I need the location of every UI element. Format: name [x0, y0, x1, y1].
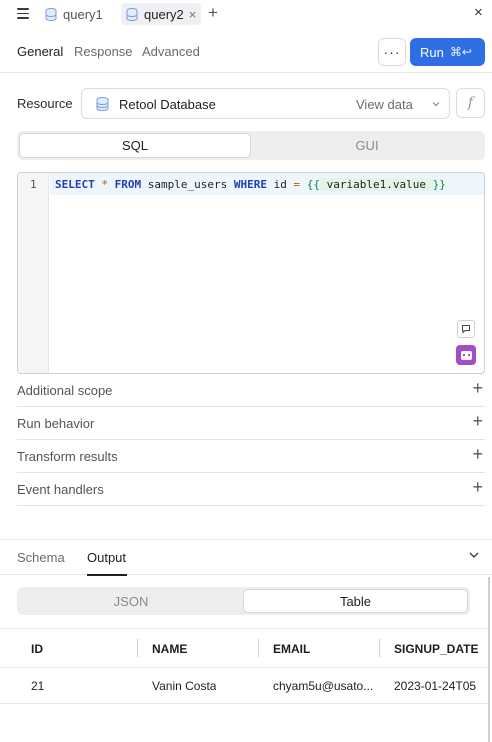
run-shortcut: ⌘↩ — [449, 45, 472, 59]
accordion-transform-results[interactable]: Transform results + — [17, 440, 485, 473]
fx-icon: f — [467, 95, 474, 111]
tab-response[interactable]: Response — [74, 44, 133, 59]
identifier-token: sample_users — [147, 178, 228, 191]
view-table-button[interactable]: Table — [243, 589, 468, 613]
close-panel-icon[interactable]: × — [474, 5, 483, 21]
mode-gui-button[interactable]: GUI — [251, 133, 483, 158]
plus-icon: + — [472, 477, 483, 497]
template-close-token: }} — [432, 178, 446, 191]
mode-toggle: SQL GUI — [17, 131, 485, 160]
tab-label: query1 — [63, 6, 103, 22]
vertical-scrollbar[interactable] — [488, 577, 490, 742]
column-header-name[interactable]: NAME — [152, 642, 187, 656]
identifier-token: id — [273, 178, 287, 191]
resource-select[interactable]: Retool Database View data — [81, 88, 450, 119]
tab-query2[interactable]: query2 × — [121, 3, 202, 25]
cell-email: chyam5u@usato... — [273, 679, 374, 693]
tab-label: query2 — [144, 6, 184, 22]
table-row[interactable]: 21 Vanin Costa chyam5u@usato... 2023-01-… — [0, 668, 488, 704]
accordion-event-handlers[interactable]: Event handlers + — [17, 473, 485, 506]
keyword-token: WHERE — [233, 178, 267, 191]
database-icon — [96, 97, 109, 111]
column-resize-handle[interactable] — [137, 639, 138, 657]
operator-token: * — [101, 178, 108, 191]
accordion-label: Event handlers — [17, 482, 104, 497]
accordion-run-behavior[interactable]: Run behavior + — [17, 407, 485, 440]
more-options-button[interactable]: ··· — [378, 38, 406, 66]
fx-toggle-button[interactable]: f — [456, 88, 485, 118]
tab-query1[interactable]: query1 — [45, 3, 103, 25]
keyword-token: FROM — [114, 178, 142, 191]
hamburger-icon[interactable] — [17, 8, 29, 19]
tab-schema[interactable]: Schema — [17, 550, 65, 565]
column-header-signup-date[interactable]: SIGNUP_DATE — [394, 642, 488, 656]
keyword-token: SELECT — [55, 178, 95, 191]
accordion-additional-scope[interactable]: Additional scope + — [17, 374, 485, 407]
divider — [0, 72, 492, 73]
cell-signup-date: 2023-01-24T05 — [394, 679, 477, 693]
tab-advanced[interactable]: Advanced — [142, 44, 200, 59]
chevron-down-icon — [432, 102, 440, 107]
database-icon — [126, 7, 138, 21]
close-tab-icon[interactable]: × — [189, 7, 197, 22]
plus-icon: + — [472, 411, 483, 431]
table-header: ID NAME EMAIL SIGNUP_DATE — [0, 628, 488, 668]
line-number: 1 — [30, 178, 37, 191]
run-button[interactable]: Run ⌘↩ — [410, 38, 485, 66]
dot-token: . — [386, 178, 393, 191]
ellipsis-icon: ··· — [383, 44, 401, 60]
query-tab-bar: query1 query2 × + × — [0, 0, 492, 28]
accordion-label: Run behavior — [17, 416, 95, 431]
line-gutter: 1 — [18, 173, 49, 373]
active-tab-indicator — [87, 574, 127, 576]
output-panel-tabs: Schema Output — [0, 539, 492, 576]
tab-general[interactable]: General — [17, 44, 63, 59]
column-resize-handle[interactable] — [379, 639, 380, 657]
template-open-token: {{ — [306, 178, 320, 191]
section-tabs: General Response Advanced ··· Run ⌘↩ — [0, 38, 492, 72]
mode-sql-button[interactable]: SQL — [19, 133, 251, 158]
column-header-id[interactable]: ID — [31, 642, 43, 656]
plus-icon: + — [472, 444, 483, 464]
plus-icon: + — [472, 378, 483, 398]
code-line[interactable]: SELECT * FROM sample_users WHERE id = {{… — [50, 173, 484, 195]
operator-token: = — [293, 178, 301, 191]
column-header-email[interactable]: EMAIL — [273, 642, 310, 656]
property-token: value — [392, 178, 426, 191]
view-json-button[interactable]: JSON — [19, 589, 243, 613]
resource-label: Resource — [17, 96, 73, 111]
comment-icon[interactable] — [457, 320, 475, 338]
column-resize-handle[interactable] — [258, 639, 259, 657]
accordion-label: Additional scope — [17, 383, 113, 398]
chevron-down-icon[interactable] — [468, 548, 480, 562]
sql-editor[interactable]: 1 SELECT * FROM sample_users WHERE id = … — [17, 172, 485, 374]
view-data-link[interactable]: View data — [356, 97, 413, 112]
accordion-label: Transform results — [17, 449, 118, 464]
variable-token: variable1 — [326, 178, 387, 191]
cell-name: Vanin Costa — [152, 679, 217, 693]
output-view-toggle: JSON Table — [17, 587, 470, 615]
run-label: Run — [420, 44, 444, 60]
cell-id: 21 — [31, 679, 45, 693]
add-tab-icon[interactable]: + — [208, 4, 218, 22]
ai-assistant-icon[interactable] — [456, 345, 476, 365]
resource-name: Retool Database — [119, 97, 216, 112]
database-icon — [45, 7, 57, 21]
tab-output[interactable]: Output — [87, 550, 126, 565]
